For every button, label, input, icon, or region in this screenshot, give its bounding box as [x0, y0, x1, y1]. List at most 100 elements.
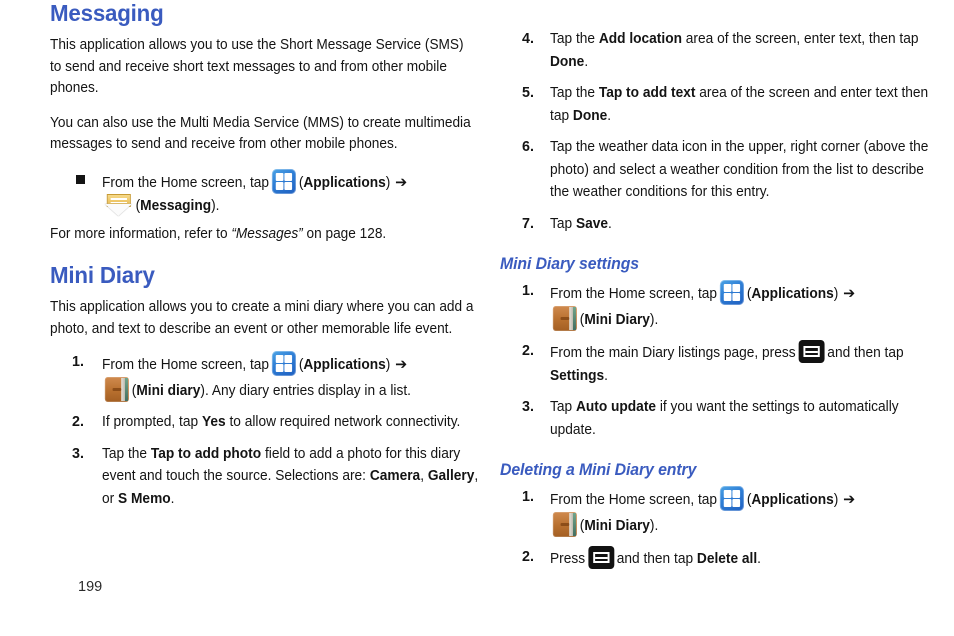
menu-key-icon: [798, 340, 825, 363]
mini-diary-paragraph: This application allows you to create a …: [50, 299, 474, 337]
arrow-icon: ➔: [395, 173, 408, 191]
step-number: 6.: [522, 139, 534, 155]
step-text-mid: area of the screen, enter text, then tap: [685, 31, 919, 47]
tap-to-add-photo-label: Tap to add photo: [150, 445, 262, 462]
step-text-tail: . Any diary entries display in a list.: [204, 382, 411, 399]
applications-icon: [719, 486, 744, 511]
menu-key-icon: [587, 546, 614, 569]
applications-label: Applications: [303, 174, 386, 191]
step-number: 4.: [522, 31, 534, 47]
camera-label: Camera: [369, 468, 421, 484]
arrow-icon: ➔: [843, 491, 856, 508]
list-item-text: From the Home screen, tap (Applications) …: [550, 486, 929, 537]
list-item: 1. From the Home screen, tap (Application…: [50, 351, 480, 402]
right-column: 4. Tap the Add location area of the scre…: [500, 0, 930, 571]
messaging-label: Messaging: [140, 198, 212, 214]
list-item-text: Press and then tap Delete all.: [550, 546, 929, 571]
list-item: 7. Tap Save.: [500, 213, 930, 236]
step-number: 2.: [72, 414, 84, 430]
step-number: 2.: [522, 343, 534, 359]
s-memo-label: S Memo: [118, 490, 171, 507]
step-text: Tap the: [550, 85, 596, 101]
paren-close: ).: [211, 198, 220, 214]
list-item: 1. From the Home screen, tap (Application…: [500, 280, 930, 331]
list-item-text: From the Home screen, tap (Applications) …: [102, 168, 479, 218]
gallery-label: Gallery: [427, 468, 475, 484]
step-text: Tap the: [102, 445, 148, 462]
list-item: 2. If prompted, tap Yes to allow require…: [50, 411, 480, 434]
delete-all-label: Delete all: [696, 551, 758, 567]
step-text: If prompted, tap: [102, 414, 199, 430]
step-text: Tap: [550, 215, 573, 232]
arrow-icon: ➔: [843, 285, 856, 302]
step-text-mid: and then tap: [827, 345, 904, 361]
step-number: 3.: [522, 399, 534, 415]
step-text: From the Home screen, tap: [102, 174, 270, 191]
separator: .: [170, 490, 175, 507]
list-item-text: Tap the Tap to add text area of the scre…: [550, 82, 929, 127]
mini-diary-settings-step-list: 1. From the Home screen, tap (Application…: [500, 280, 930, 441]
step-text: From the Home screen, tap: [550, 286, 718, 302]
step-number: 3.: [72, 445, 84, 462]
step-text: Tap: [550, 399, 573, 415]
mini-diary-label: Mini Diary: [584, 311, 650, 328]
list-item-text: Tap the weather data icon in the upper, …: [550, 139, 929, 200]
separator: .: [607, 107, 612, 124]
list-item: 1. From the Home screen, tap (Application…: [500, 486, 930, 537]
arrow-icon: ➔: [395, 356, 408, 373]
deleting-entry-step-list: 1. From the Home screen, tap (Application…: [500, 486, 930, 571]
step-text-mid: and then tap: [616, 551, 694, 567]
mini-diary-step-list: 1. From the Home screen, tap (Application…: [50, 351, 480, 510]
mini-diary-label: Mini diary: [136, 382, 201, 399]
applications-icon: [271, 168, 296, 194]
step-text-tail: to allow required network connectivity.: [229, 414, 461, 430]
paren-close: ).: [649, 517, 659, 534]
step-number: 1.: [72, 354, 84, 370]
separator: .: [757, 551, 762, 567]
applications-icon: [271, 351, 296, 376]
applications-icon: [719, 280, 744, 305]
left-column: Messaging This application allows you to…: [50, 0, 480, 510]
reference-prefix: For more information, refer to: [50, 225, 228, 242]
separator: ,: [420, 468, 425, 484]
list-item-text: From the main Diary listings page, press…: [550, 340, 929, 387]
mini-diary-icon: [104, 376, 129, 402]
list-item: 6. Tap the weather data icon in the uppe…: [500, 136, 930, 204]
step-text: Press: [550, 551, 586, 567]
done-label: Done: [550, 53, 585, 70]
save-label: Save: [575, 215, 609, 232]
reference-suffix: on page 128.: [306, 225, 387, 242]
list-item-text: If prompted, tap Yes to allow required n…: [102, 411, 479, 434]
list-item-text: Tap Auto update if you want the settings…: [550, 396, 929, 441]
step-text: From the Home screen, tap: [102, 357, 270, 373]
page-number: 199: [78, 579, 103, 595]
mini-diary-icon: [552, 305, 577, 331]
step-number: 1.: [522, 489, 534, 505]
mini-diary-icon: [552, 511, 577, 537]
yes-label: Yes: [201, 414, 226, 430]
mini-diary-step-list-continued: 4. Tap the Add location area of the scre…: [500, 28, 930, 235]
messaging-paragraph-1: This application allows you to use the S…: [50, 37, 464, 96]
list-item-text: Tap the Add location area of the screen,…: [550, 28, 929, 73]
list-item: 3. Tap Auto update if you want the setti…: [500, 396, 930, 441]
square-bullet-icon: [76, 174, 85, 184]
messaging-bullet-list: From the Home screen, tap (Applications) …: [50, 168, 480, 218]
list-item-text: Tap Save.: [550, 213, 929, 236]
separator: .: [584, 53, 589, 70]
list-item-text: From the Home screen, tap (Applications) …: [102, 351, 479, 402]
mini-diary-label: Mini Diary: [584, 517, 650, 534]
separator: .: [604, 367, 608, 384]
messaging-paragraph-2: You can also use the Multi Media Service…: [50, 114, 471, 153]
list-item: 4. Tap the Add location area of the scre…: [500, 28, 930, 73]
step-text: Tap the: [550, 31, 596, 47]
list-item: 2. Press and then tap Delete all.: [500, 546, 930, 571]
subsection-title-deleting-entry: Deleting a Mini Diary entry: [500, 461, 697, 479]
list-item: From the Home screen, tap (Applications) …: [50, 168, 480, 218]
applications-label: Applications: [303, 357, 386, 373]
messaging-icon: [104, 194, 133, 217]
step-number: 1.: [522, 283, 534, 299]
paren-close: ): [385, 174, 391, 191]
manual-page: Messaging This application allows you to…: [0, 0, 954, 636]
subsection-title-mini-diary-settings: Mini Diary settings: [500, 255, 640, 273]
reference-title: “Messages”: [231, 225, 303, 242]
